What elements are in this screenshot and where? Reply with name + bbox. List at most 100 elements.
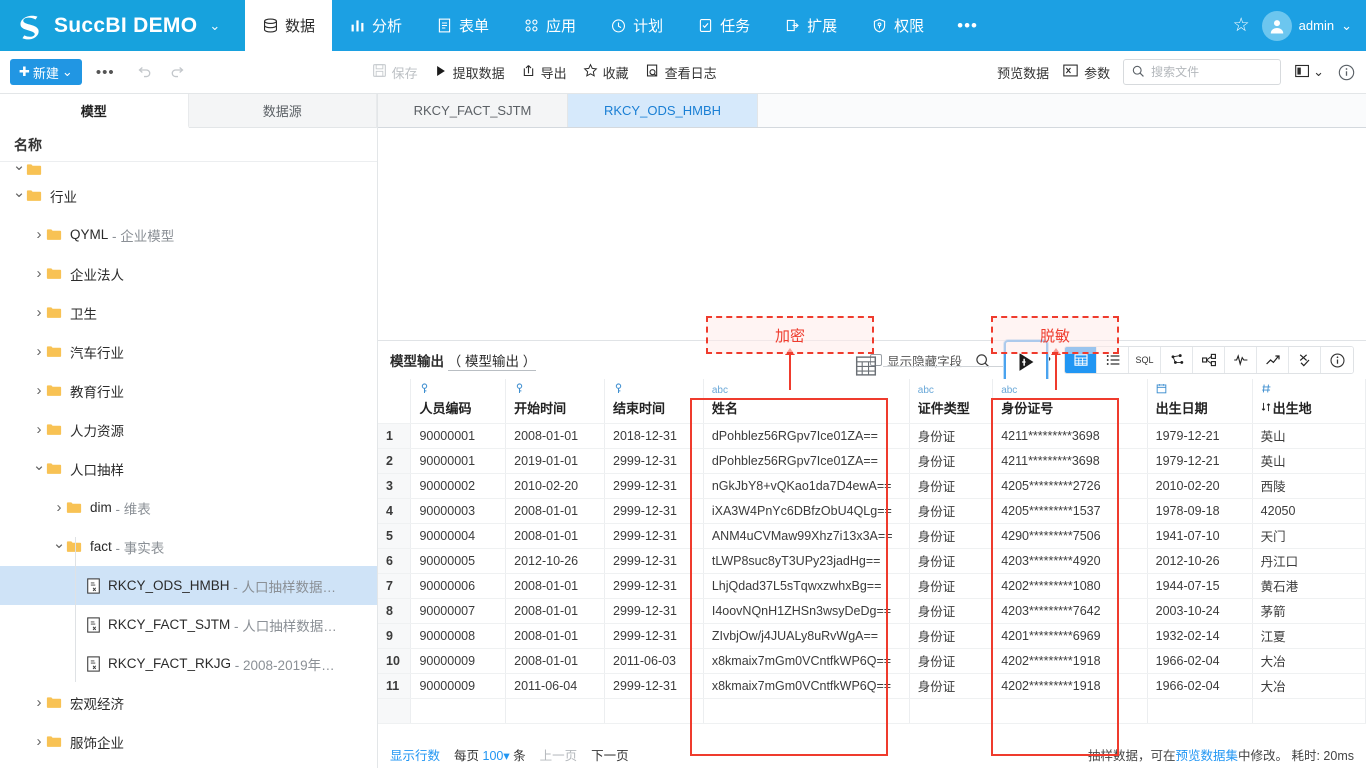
tree-item-[interactable]: 行业 (0, 176, 377, 215)
table-column-header[interactable]: abc身份证号 (993, 379, 1147, 423)
favorite-button[interactable]: 收藏 (583, 63, 629, 82)
user-menu[interactable]: admin ⌄ (1262, 11, 1352, 41)
nav-item-form[interactable]: 表单 (419, 0, 506, 51)
table-column-header[interactable]: 人员编码 (411, 379, 506, 423)
chevron-down-icon[interactable] (12, 162, 26, 176)
tree-item-[interactable]: 企业法人 (0, 254, 377, 293)
table-column-header[interactable]: abc姓名 (703, 379, 909, 423)
chevron-right-icon[interactable] (32, 226, 46, 243)
tree-item-[interactable]: 汽车行业 (0, 332, 377, 371)
sidebar-tab-model[interactable]: 模型 (0, 94, 189, 128)
file-search-box[interactable] (1123, 59, 1281, 85)
relation-view-button[interactable] (1193, 347, 1225, 373)
preview-dataset-link[interactable]: 预览数据集 (1175, 749, 1238, 763)
tree-item-[interactable]: 人力资源 (0, 410, 377, 449)
tree-item[interactable] (0, 162, 377, 176)
sort-icon[interactable] (1261, 400, 1271, 415)
undo-icon[interactable] (129, 61, 159, 84)
table-row[interactable]: 5900000042008-01-012999-12-31ANM4uCVMaw9… (378, 523, 1366, 548)
show-rows-link[interactable]: 显示行数 (390, 745, 440, 764)
table-row[interactable]: 9900000082008-01-012999-12-31ZIvbjOw/j4J… (378, 623, 1366, 648)
brand-logo-area[interactable]: SuccBI DEMO ⌄ (0, 0, 245, 51)
nav-item-extension[interactable]: 扩展 (767, 0, 854, 51)
prev-page-button[interactable]: 上一页 (540, 745, 578, 764)
grid-view-button[interactable] (1065, 347, 1097, 373)
params-button[interactable]: 参数 (1062, 63, 1110, 82)
table-row[interactable]: 1900000012008-01-012018-12-31dPohblez56R… (378, 423, 1366, 448)
nav-more-button[interactable]: ••• (941, 0, 994, 51)
tree-item-dim[interactable]: dim - 维表 (0, 488, 377, 527)
table-column-header[interactable]: 出生地 (1252, 379, 1365, 423)
chevron-right-icon[interactable] (32, 343, 46, 360)
result-table-wrapper[interactable]: 人员编码开始时间结束时间abc姓名abc证件类型abc身份证号出生日期出生地 1… (378, 379, 1366, 740)
table-row[interactable]: 2900000012019-01-012999-12-31dPohblez56R… (378, 448, 1366, 473)
trend-view-button[interactable] (1257, 347, 1289, 373)
new-button[interactable]: ✚ 新建 ⌄ (10, 59, 82, 85)
redo-icon[interactable] (163, 61, 193, 84)
tree-item-[interactable]: 服饰企业 (0, 722, 377, 761)
chevron-right-icon[interactable] (32, 421, 46, 438)
export-button[interactable]: 导出 (521, 63, 567, 82)
table-column-header[interactable]: 开始时间 (506, 379, 605, 423)
extract-data-button[interactable]: 提取数据 (434, 63, 505, 82)
chevron-right-icon[interactable] (32, 382, 46, 399)
tree-item-[interactable]: 教育行业 (0, 371, 377, 410)
nav-item-apps[interactable]: 应用 (506, 0, 593, 51)
chevron-right-icon[interactable] (52, 499, 66, 516)
nav-item-analysis[interactable]: 分析 (332, 0, 419, 51)
view-log-button[interactable]: 查看日志 (645, 63, 717, 82)
distribution-view-button[interactable] (1289, 347, 1321, 373)
toolbar-more-button[interactable]: ••• (86, 64, 125, 81)
doc-tab-rkcy-ods-hmbh[interactable]: RKCY_ODS_HMBH (568, 94, 758, 127)
nav-item-plan[interactable]: 计划 (593, 0, 680, 51)
table-row[interactable]: 4900000032008-01-012999-12-31iXA3W4PnYc6… (378, 498, 1366, 523)
tree-item-[interactable]: 宏观经济 (0, 683, 377, 722)
chevron-down-icon[interactable] (12, 187, 26, 205)
tree-item-qyml[interactable]: QYML - 企业模型 (0, 215, 377, 254)
table-column-header[interactable]: abc证件类型 (909, 379, 992, 423)
info-icon[interactable] (1337, 63, 1356, 82)
table-column-header[interactable]: 出生日期 (1147, 379, 1252, 423)
list-view-button[interactable] (1097, 347, 1129, 373)
sql-view-button[interactable]: SQL (1129, 347, 1161, 373)
lineage-view-button[interactable] (1161, 347, 1193, 373)
page-size-control[interactable]: 每页 100▾ 条 (454, 745, 526, 764)
tree-item-rkcy-fact-rkjg[interactable]: RKCY_FACT_RKJG - 2008-2019年… (0, 644, 377, 683)
table-column-header[interactable]: 结束时间 (605, 379, 704, 423)
tree-item-rkcy-ods-hmbh[interactable]: RKCY_ODS_HMBH - 人口抽样数据… (0, 566, 377, 605)
table-row[interactable]: 7900000062008-01-012999-12-31LhjQdad37L5… (378, 573, 1366, 598)
chevron-right-icon[interactable] (32, 265, 46, 282)
next-page-button[interactable]: 下一页 (591, 745, 629, 764)
nav-item-task[interactable]: 任务 (680, 0, 767, 51)
model-flow-canvas[interactable]: t1 模型输出 (378, 128, 1366, 340)
chevron-right-icon[interactable] (32, 733, 46, 750)
chevron-right-icon[interactable] (32, 304, 46, 321)
preview-data-button[interactable]: 预览数据 (997, 63, 1049, 82)
search-input[interactable] (1151, 65, 1273, 79)
tree-item-[interactable]: 人口抽样 (0, 449, 377, 488)
user-dropdown-caret[interactable]: ⌄ (1341, 18, 1352, 34)
tree-item-fact[interactable]: fact - 事实表 (0, 527, 377, 566)
table-row-partial[interactable]: 12 (378, 698, 1366, 723)
nav-item-data[interactable]: 数据 (245, 0, 332, 51)
table-row[interactable]: 10900000092008-01-012011-06-03x8kmaix7mG… (378, 648, 1366, 673)
layout-toggle-button[interactable]: ⌄ (1294, 63, 1324, 82)
table-row[interactable]: 6900000052012-10-262999-12-31tLWP8suc8yT… (378, 548, 1366, 573)
nav-item-permission[interactable]: 权限 (854, 0, 941, 51)
chevron-right-icon[interactable] (32, 694, 46, 711)
chevron-down-icon[interactable] (52, 538, 66, 556)
pulse-view-button[interactable] (1225, 347, 1257, 373)
tree-item-[interactable]: 卫生 (0, 293, 377, 332)
chevron-down-icon[interactable] (32, 460, 46, 478)
table-row[interactable]: 3900000022010-02-202999-12-31nGkJbY8+vQK… (378, 473, 1366, 498)
doc-tab-rkcy-fact-sjtm[interactable]: RKCY_FACT_SJTM (378, 94, 568, 127)
tree-item-rkcy-fact-sjtm[interactable]: RKCY_FACT_SJTM - 人口抽样数据… (0, 605, 377, 644)
table-row[interactable]: 8900000072008-01-012999-12-31I4oovNQnH1Z… (378, 598, 1366, 623)
table-row[interactable]: 11900000092011-06-042999-12-31x8kmaix7mG… (378, 673, 1366, 698)
info-view-button[interactable] (1321, 347, 1353, 373)
favorites-star-icon[interactable]: ☆ (1233, 14, 1250, 37)
save-button[interactable]: 保存 (372, 63, 418, 82)
brand-dropdown-caret[interactable]: ⌄ (209, 18, 220, 34)
sidebar-tab-datasource[interactable]: 数据源 (189, 94, 378, 128)
nav-item-label: 扩展 (807, 15, 837, 36)
